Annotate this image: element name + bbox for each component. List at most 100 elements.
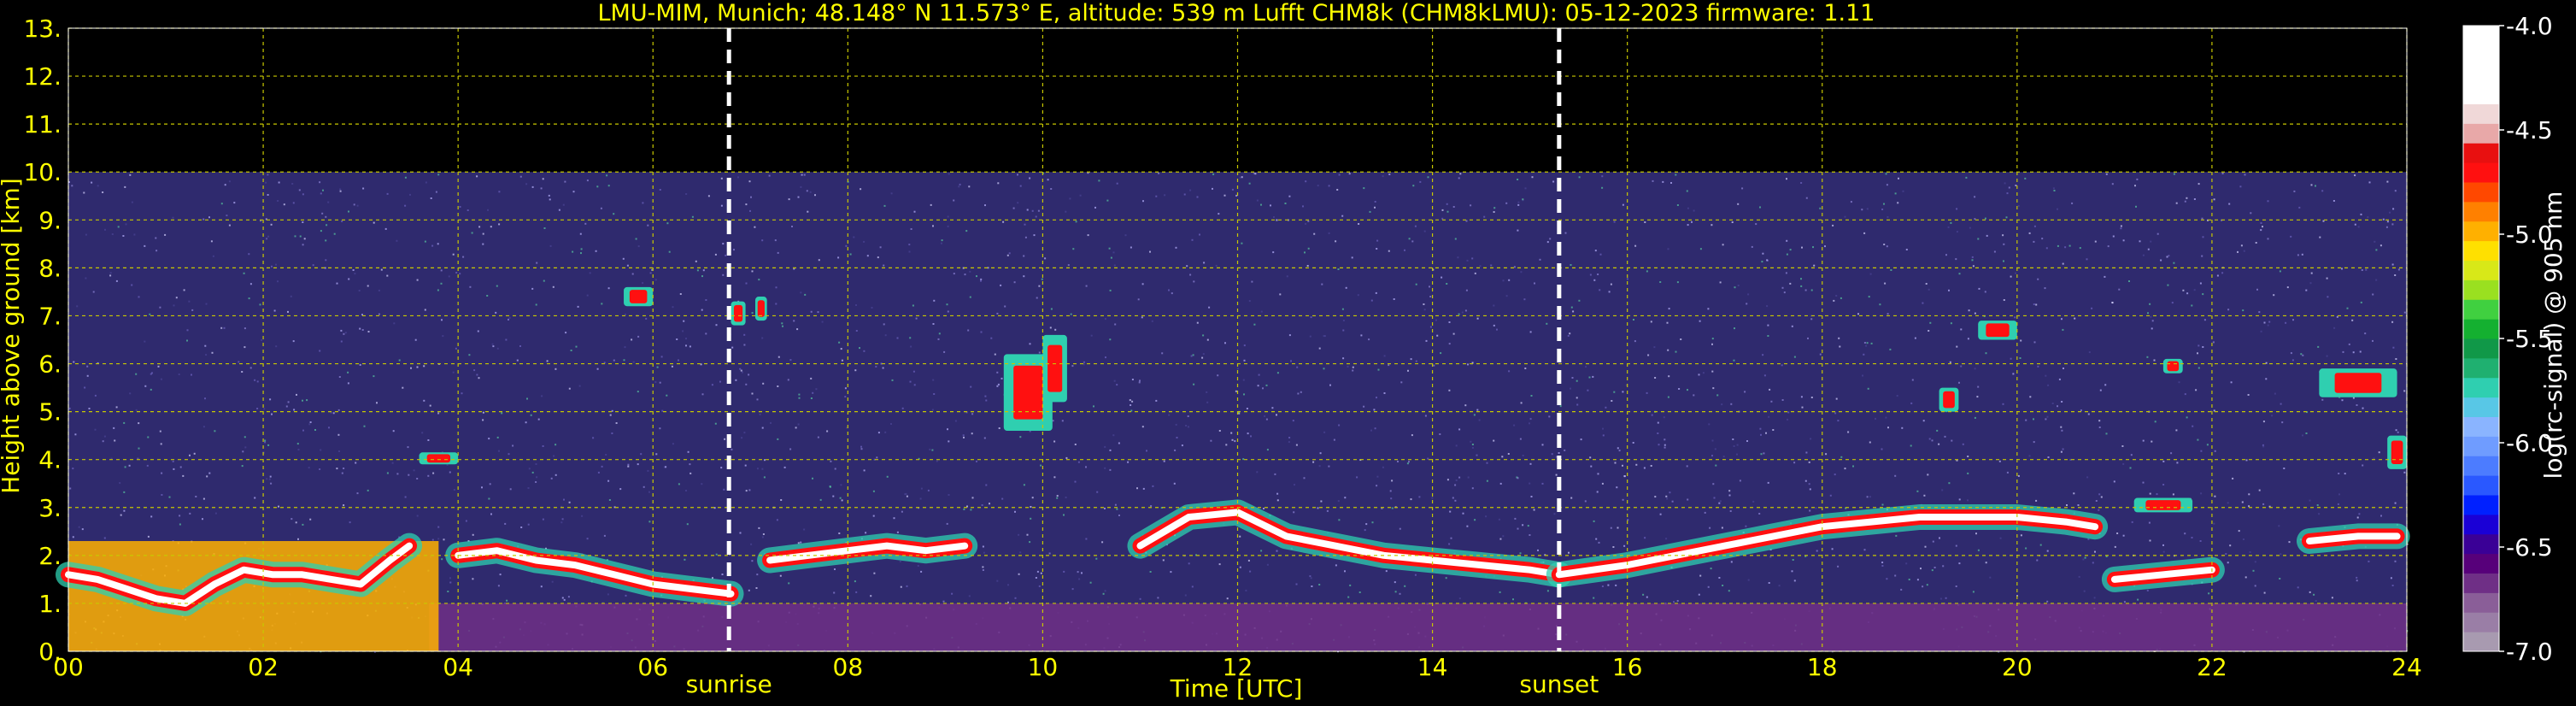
noise-dot — [1329, 384, 1331, 386]
noise-dot — [584, 222, 587, 225]
noise-dot — [1505, 202, 1508, 204]
noise-dot — [1570, 387, 1571, 390]
y-tick-label: 12. — [23, 62, 62, 91]
noise-dot — [295, 521, 297, 524]
noise-dot — [2258, 311, 2261, 314]
noise-dot — [1601, 482, 1604, 485]
noise-dot — [202, 518, 203, 521]
noise-dot — [492, 345, 495, 348]
noise-dot — [845, 244, 848, 247]
noise-dot — [2378, 451, 2380, 454]
noise-dot — [1984, 291, 1986, 293]
noise-dot — [1276, 492, 1279, 495]
noise-dot — [2380, 515, 2382, 517]
noise-dot — [953, 199, 955, 202]
noise-dot — [378, 313, 380, 315]
noise-dot — [123, 421, 126, 424]
noise-dot — [1371, 521, 1374, 524]
noise-dot — [2057, 405, 2058, 408]
noise-dot — [2017, 204, 2020, 207]
noise-dot — [936, 460, 938, 462]
noise-dot — [1149, 571, 1152, 573]
noise-dot — [2128, 280, 2130, 282]
noise-dot — [1786, 178, 1787, 180]
noise-dot — [947, 215, 949, 218]
noise-dot — [226, 215, 228, 217]
noise-dot — [1702, 372, 1705, 374]
noise-dot — [751, 312, 754, 315]
noise-dot — [361, 314, 363, 316]
noise-dot — [2254, 585, 2256, 587]
noise-dot — [2386, 180, 2389, 183]
noise-dot — [1157, 597, 1159, 599]
noise-dot — [1035, 215, 1037, 218]
noise-dot — [1423, 230, 1426, 232]
noise-dot — [1578, 176, 1581, 179]
noise-dot — [586, 538, 589, 540]
noise-dot — [731, 346, 734, 349]
noise-dot — [1342, 329, 1345, 332]
noise-dot — [2020, 339, 2022, 342]
noise-dot — [2182, 289, 2185, 291]
noise-dot — [1206, 401, 1209, 403]
noise-dot — [834, 568, 836, 570]
noise-dot — [1461, 311, 1464, 314]
noise-dot — [1808, 483, 1810, 485]
noise-dot — [2184, 200, 2186, 203]
noise-dot — [1038, 585, 1041, 587]
noise-dot — [948, 440, 950, 443]
noise-dot — [271, 413, 273, 415]
noise-dot — [1113, 379, 1116, 382]
noise-dot — [343, 332, 345, 335]
noise-dot — [1274, 473, 1276, 475]
noise-dot — [2267, 238, 2269, 240]
noise-dot — [2227, 309, 2230, 311]
noise-dot — [1305, 222, 1307, 225]
noise-dot — [1374, 427, 1376, 430]
noise-dot — [1766, 305, 1769, 308]
noise-dot — [1910, 444, 1912, 447]
noise-dot — [1568, 551, 1570, 554]
noise-dot — [906, 495, 908, 497]
noise-dot — [416, 366, 419, 368]
noise-dot — [340, 340, 343, 343]
noise-dot — [1837, 420, 1840, 422]
noise-dot — [1074, 480, 1077, 483]
noise-dot — [2098, 509, 2100, 511]
cloud-patch-core — [1986, 323, 2010, 338]
noise-dot — [555, 368, 557, 370]
noise-dot — [1276, 499, 1279, 502]
noise-dot — [1570, 264, 1572, 266]
noise-dot — [254, 497, 256, 499]
noise-dot — [1452, 206, 1455, 208]
noise-dot — [623, 359, 625, 362]
noise-dot — [2341, 399, 2344, 402]
noise-dot — [88, 408, 91, 409]
noise-dot — [1174, 449, 1177, 451]
noise-dot — [386, 274, 389, 277]
noise-dot — [1163, 460, 1165, 462]
noise-dot — [535, 481, 537, 483]
noise-dot — [762, 382, 765, 385]
noise-dot — [1429, 296, 1432, 297]
noise-dot — [1699, 320, 1701, 322]
noise-dot — [1328, 185, 1330, 187]
noise-dot — [491, 343, 494, 345]
noise-dot — [933, 299, 936, 302]
noise-dot — [1962, 443, 1964, 445]
noise-dot — [264, 441, 267, 444]
noise-dot — [1593, 597, 1595, 599]
noise-dot — [1243, 393, 1245, 396]
noise-dot — [1374, 206, 1376, 209]
noise-dot — [1623, 475, 1626, 478]
noise-dot — [1967, 472, 1969, 474]
noise-dot — [1601, 186, 1604, 189]
noise-dot — [1464, 404, 1467, 407]
noise-dot — [860, 188, 862, 191]
x-tick-label: 16 — [1612, 653, 1643, 681]
colorbar-swatch — [2463, 123, 2499, 144]
noise-dot — [1266, 563, 1269, 566]
noise-dot — [745, 383, 748, 385]
noise-dot — [1956, 231, 1958, 233]
noise-dot — [1404, 585, 1406, 587]
